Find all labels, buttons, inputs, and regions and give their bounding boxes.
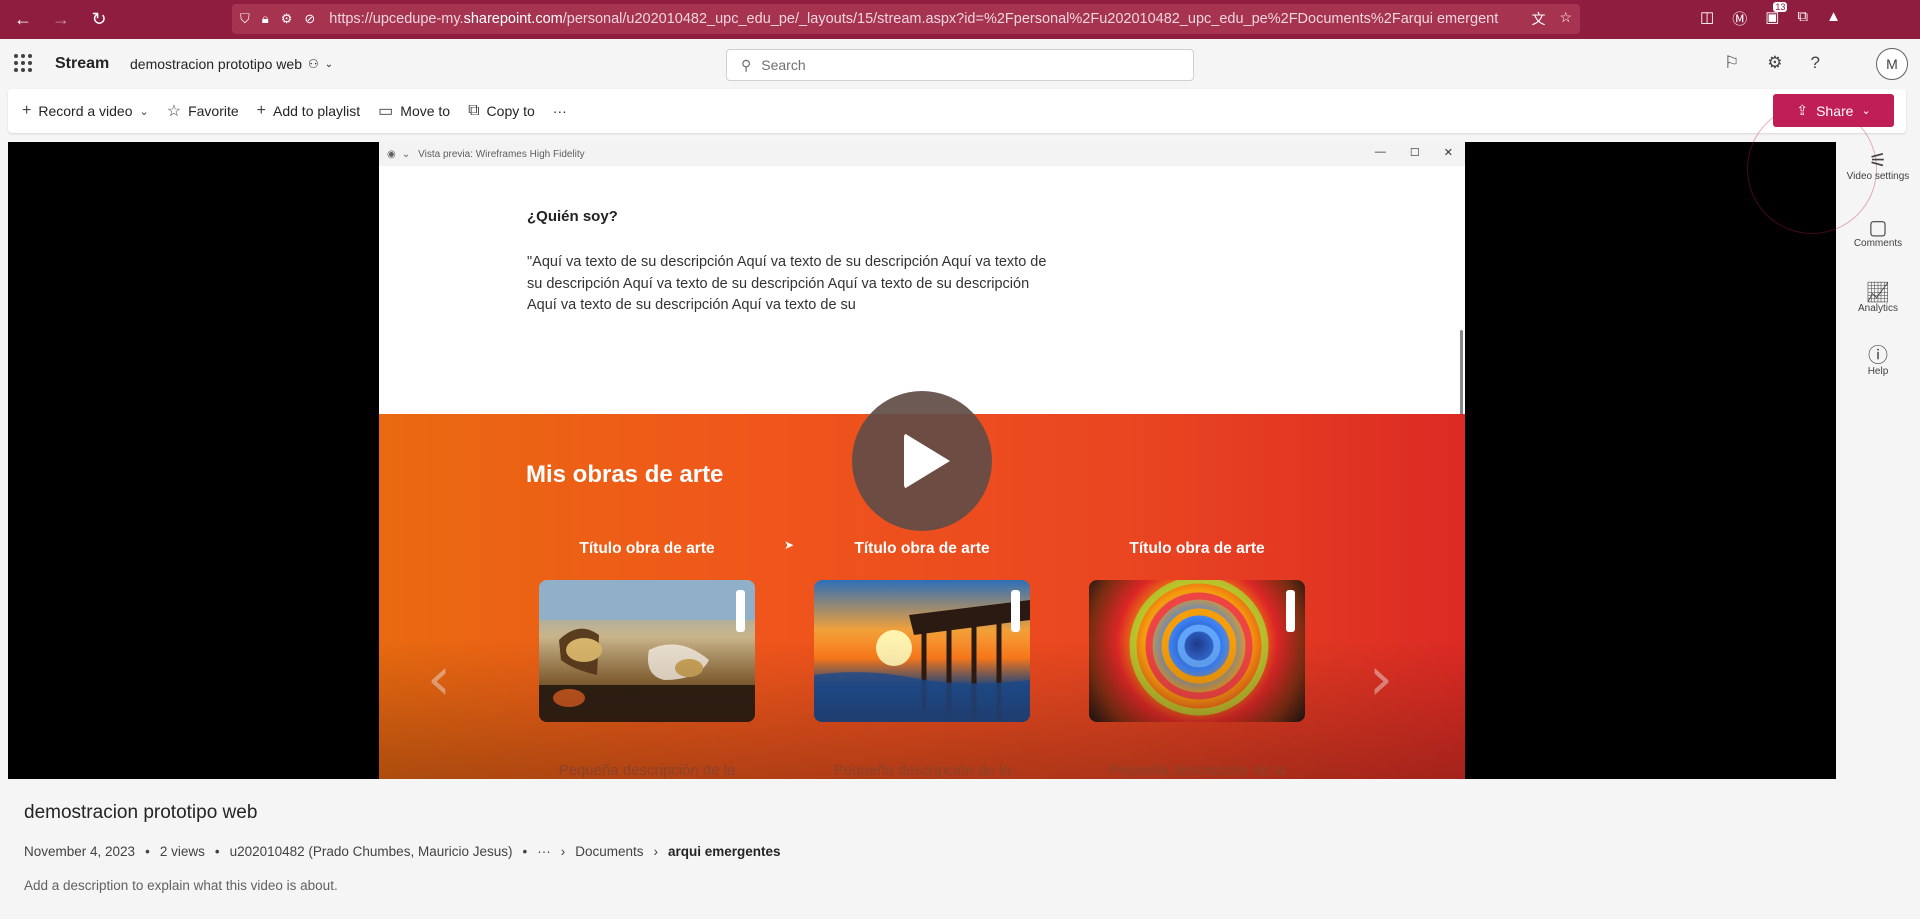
artwork-illustration [539, 580, 755, 722]
chevron-right-icon: › [560, 844, 566, 859]
mouse-cursor-icon: ➤ [784, 538, 795, 552]
shield-icon: ⛉ [240, 11, 250, 26]
browser-toolbar: ← → ↻ ⛉ 🔒︎ ⚙︎ ⊘ https://upcedupe-my.shar… [0, 0, 1920, 39]
artwork-image-melting-clocks [539, 580, 755, 722]
extension-badge-icon[interactable]: ▣ 13 [1765, 2, 1788, 29]
move-folder-icon: ▭ [378, 103, 394, 120]
plus-icon: + [22, 102, 32, 119]
chart-line-icon: 📈︎ [1865, 282, 1891, 304]
tracking-icon[interactable]: ⊘ [304, 11, 315, 27]
more-actions-button[interactable]: ··· [553, 103, 567, 119]
artwork-title: Título obra de arte [1129, 540, 1265, 557]
search-input[interactable]: ⚲ Search [726, 49, 1194, 81]
favorite-button[interactable]: ☆ Favorite [167, 101, 239, 121]
plus-icon: + [256, 102, 266, 119]
profile-ext-icon[interactable]: Ⓜ [1732, 8, 1747, 29]
description-field[interactable]: Add a description to explain what this v… [24, 878, 338, 893]
back-icon[interactable]: ← [8, 5, 38, 35]
chevron-right-icon: › [653, 844, 659, 859]
mcafee-icon[interactable]: ▲ [1826, 8, 1841, 29]
permissions-icon[interactable]: ⚙︎ [281, 11, 293, 27]
avatar[interactable]: M [1876, 48, 1908, 80]
shared-people-icon: ⚇ [308, 57, 319, 71]
chevron-down-icon: ⌄ [1861, 105, 1871, 117]
settings-gear-icon[interactable]: ⚙ [1767, 53, 1782, 73]
app-header: Stream demostracion prototipo web ⚇ ⌄ ⚲ … [0, 39, 1920, 89]
preview-window-titlebar: ◉ ⌄ Vista previa: Wireframes High Fideli… [379, 142, 1465, 166]
reload-icon[interactable]: ↻ [84, 5, 114, 35]
comment-icon: ▢ [1868, 217, 1888, 239]
video-meta: November 4, 2023 • 2 views • u202010482 … [24, 844, 781, 859]
video-date: November 4, 2023 [24, 844, 136, 859]
artwork-image-abstract-swirl [1089, 580, 1305, 722]
chevron-down-icon: ⌄ [324, 58, 334, 70]
carousel-next-icon: › [1369, 644, 1393, 714]
feedback-icon[interactable]: ⚐ [1724, 53, 1739, 73]
breadcrumb-current-folder[interactable]: arqui emergentes [668, 844, 781, 859]
video-player[interactable]: ◉ ⌄ Vista previa: Wireframes High Fideli… [8, 142, 1836, 779]
pocket-icon[interactable]: ◫ [1700, 8, 1714, 29]
move-to-button[interactable]: ▭ Move to [378, 101, 450, 121]
video-settings-icon: ⚟ [1869, 150, 1887, 172]
analytics-button[interactable]: 📈︎ Analytics [1836, 282, 1920, 314]
right-rail: ⚟ Video settings ▢ Comments 📈︎ Analytics… [1836, 142, 1920, 402]
star-icon: ☆ [166, 103, 182, 120]
lock-icon: 🔒︎ [261, 11, 269, 26]
search-icon: ⚲ [741, 56, 752, 73]
about-text: "Aquí va texto de su descripción Aquí va… [527, 254, 1047, 313]
artwork-illustration [814, 600, 1030, 722]
artwork-description: Pequeña descripción de la [833, 762, 1011, 779]
artwork-description: Pequeña descripción de la [1108, 762, 1286, 779]
record-dot-icon: ◉ [387, 148, 396, 160]
help-icon: ⓘ [1868, 345, 1888, 367]
record-video-button[interactable]: + Record a video ⌄ [22, 102, 149, 120]
comments-button[interactable]: ▢ Comments [1836, 217, 1920, 249]
command-bar: + Record a video ⌄ ☆ Favorite + Add to p… [8, 89, 1906, 133]
copy-to-button[interactable]: ⧉ Copy to [468, 102, 535, 120]
artwork-image-sunset-pier [814, 580, 1030, 722]
forward-icon[interactable]: → [46, 5, 76, 35]
artwork-illustration [1129, 580, 1269, 716]
chevron-down-icon: ⌄ [139, 105, 149, 118]
bookmark-star-icon[interactable]: ☆ [1559, 9, 1572, 29]
video-owner[interactable]: u202010482 (Prado Chumbes, Mauricio Jesu… [230, 844, 513, 859]
document-name[interactable]: demostracion prototipo web ⚇ ⌄ [130, 56, 333, 72]
artwork-title: Título obra de arte [854, 540, 990, 557]
close-icon: ✕ [1443, 147, 1453, 159]
carousel-prev-icon: ‹ [427, 644, 451, 714]
breadcrumb-more-button[interactable]: ··· [537, 844, 551, 859]
add-to-playlist-button[interactable]: + Add to playlist [257, 102, 361, 120]
video-title: demostracion prototipo web [24, 802, 258, 823]
translate-icon[interactable]: 文 [1531, 9, 1545, 29]
address-bar[interactable]: ⛉ 🔒︎ ⚙︎ ⊘ https://upcedupe-my.sharepoint… [232, 4, 1580, 34]
artwork-title: Título obra de arte [579, 540, 715, 557]
help-button[interactable]: ⓘ Help [1836, 345, 1920, 377]
app-launcher-icon[interactable] [14, 54, 32, 72]
app-name[interactable]: Stream [55, 55, 109, 73]
video-settings-button[interactable]: ⚟ Video settings [1836, 150, 1920, 182]
video-views: 2 views [159, 844, 205, 859]
play-icon [904, 433, 950, 489]
maximize-icon: ☐ [1409, 147, 1420, 159]
minimize-icon: — [1374, 146, 1386, 158]
copy-icon: ⧉ [468, 102, 480, 119]
extensions-icon[interactable]: ⧉ [1797, 8, 1808, 29]
about-title: ¿Quién soy? [527, 208, 618, 225]
help-icon[interactable]: ? [1811, 53, 1820, 73]
artworks-section-title: Mis obras de arte [526, 461, 724, 488]
artwork-description: Pequeña descripción de la [558, 762, 736, 779]
chevron-down-icon: ⌄ [401, 148, 411, 160]
play-button[interactable] [852, 391, 992, 531]
about-section: ¿Quién soy? "Aquí va texto de su descrip… [379, 166, 1465, 414]
url-text: https://upcedupe-my.sharepoint.com/perso… [329, 11, 1500, 27]
breadcrumb-documents[interactable]: Documents [575, 844, 643, 859]
